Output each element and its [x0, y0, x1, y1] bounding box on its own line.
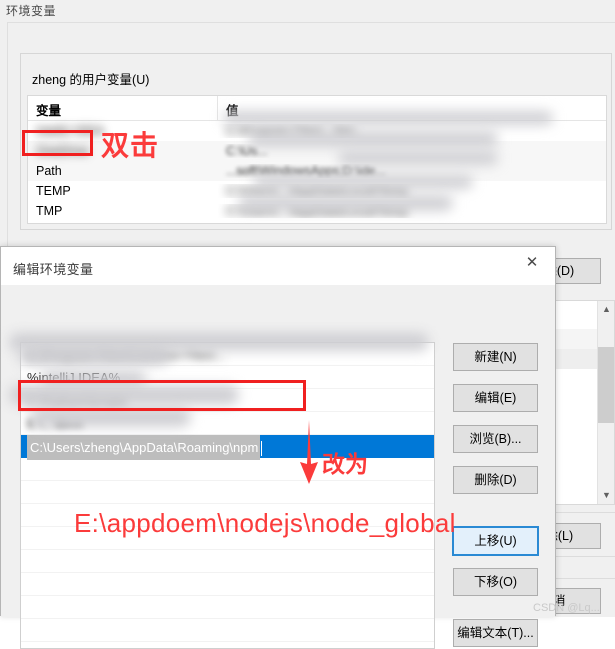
- delete-button[interactable]: 删除(D): [453, 466, 538, 494]
- inline-edit-input[interactable]: C:\Users\zheng\AppData\Roaming\npm: [27, 435, 261, 460]
- annotation-down-arrow-icon: [300, 420, 318, 484]
- dialog-titlebar[interactable]: 编辑环境变量 ✕: [1, 247, 555, 285]
- redaction-smudge: [248, 131, 498, 147]
- list-item[interactable]: [21, 481, 434, 504]
- cell-variable-name: Path: [36, 164, 62, 178]
- cell-variable-name: TMP: [36, 204, 63, 218]
- list-item[interactable]: [21, 619, 434, 642]
- annotation-double-click: 双击: [101, 130, 160, 161]
- edit-environment-variable-dialog: 编辑环境变量 ✕ C:\Program Files\Common Files\.…: [0, 246, 556, 649]
- redaction-smudge: [253, 175, 473, 189]
- dialog-title: 编辑环境变量: [13, 262, 94, 277]
- scroll-down-icon[interactable]: ▼: [598, 487, 614, 504]
- edit-text-button[interactable]: 编辑文本(T)...: [453, 619, 538, 647]
- text-caret: [261, 441, 263, 457]
- redaction-smudge: [223, 111, 553, 125]
- redaction-smudge: [19, 347, 169, 365]
- redaction-smudge: [338, 151, 498, 165]
- scroll-up-icon[interactable]: ▲: [598, 301, 614, 318]
- redaction-smudge: [31, 407, 191, 427]
- browse-button[interactable]: 浏览(B)...: [453, 425, 538, 453]
- list-item-selected-editing[interactable]: C:\Users\zheng\AppData\Roaming\npm: [21, 435, 434, 460]
- list-item[interactable]: [21, 458, 434, 481]
- move-down-button[interactable]: 下移(O): [453, 568, 538, 596]
- new-button[interactable]: 新建(N): [453, 343, 538, 371]
- dialog-content: C:\Program Files\Common Files\... %intel…: [1, 285, 555, 649]
- redaction-smudge: [238, 195, 453, 211]
- user-variables-group-label: zheng 的用户变量(U): [28, 69, 154, 88]
- scrollbar-thumb[interactable]: [598, 347, 614, 423]
- edit-button[interactable]: 编辑(E): [453, 384, 538, 412]
- cell-variable-name: TEMP: [36, 184, 71, 198]
- list-item[interactable]: [21, 550, 434, 573]
- move-up-button[interactable]: 上移(U): [452, 526, 539, 556]
- annotation-change-to: 改为: [322, 451, 368, 477]
- column-header-name[interactable]: 变量: [28, 96, 218, 120]
- close-icon[interactable]: ✕: [509, 247, 555, 279]
- vertical-scrollbar[interactable]: ▲ ▼: [597, 301, 614, 504]
- watermark: CSDN @Lq...: [533, 602, 600, 614]
- redaction-smudge: [9, 385, 239, 405]
- environment-variables-title: 环境变量: [6, 4, 57, 18]
- list-item[interactable]: [21, 573, 434, 596]
- annotation-new-path: E:\appdoem\nodejs\node_global: [74, 508, 456, 538]
